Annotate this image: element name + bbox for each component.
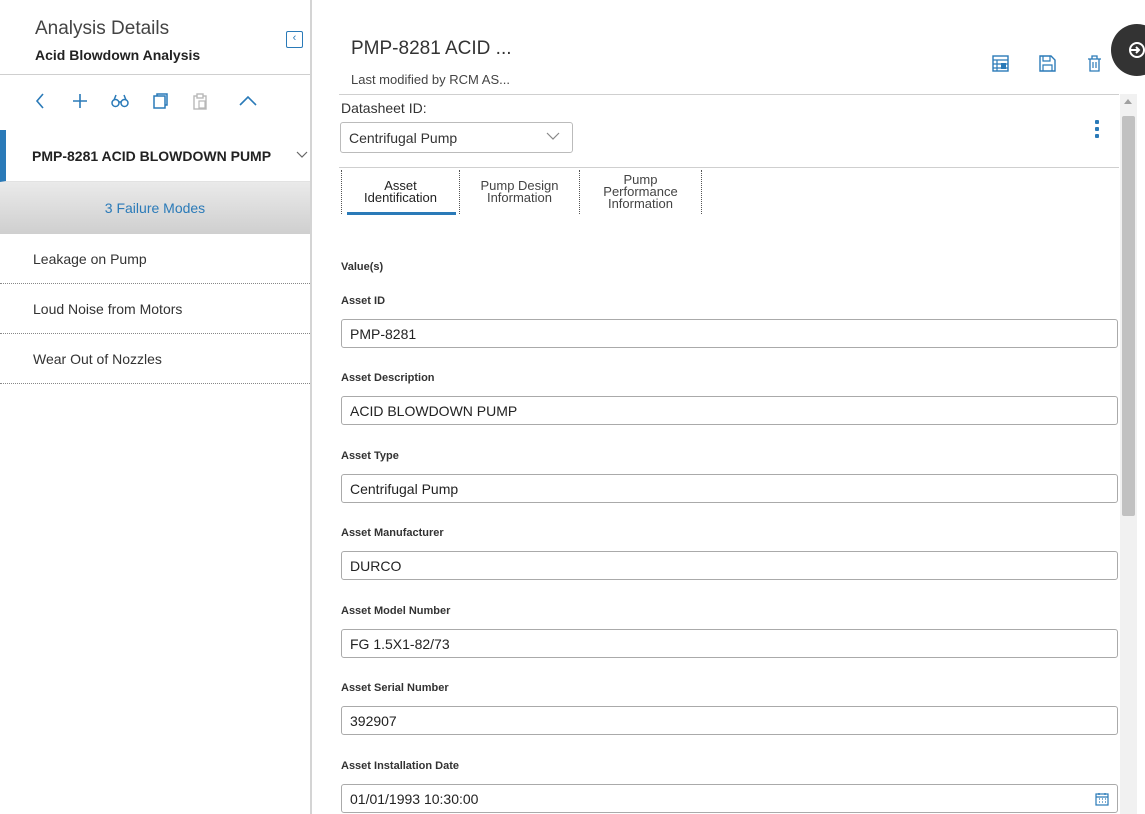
field-label: Asset Serial Number — [341, 682, 449, 694]
chevron-down-icon — [546, 132, 560, 140]
plus-icon[interactable] — [60, 86, 100, 116]
failure-mode-item[interactable]: Wear Out of Nozzles — [0, 334, 310, 384]
datasheet-select[interactable]: Centrifugal Pump — [340, 122, 573, 153]
asset-type-field[interactable]: Centrifugal Pump — [341, 474, 1118, 503]
tab-label-line: Information — [607, 196, 674, 211]
failure-mode-list: Leakage on Pump Loud Noise from Motors W… — [0, 234, 310, 384]
asset-model-number-field[interactable]: FG 1.5X1-82/73 — [341, 629, 1118, 658]
asset-serial-number-field[interactable]: 392907 — [341, 706, 1118, 735]
chevron-up-icon[interactable] — [228, 86, 268, 116]
panel-toolbar — [0, 76, 310, 126]
panel-title: Analysis Details — [35, 18, 170, 39]
panel-header: Analysis Details Acid Blowdown Analysis … — [0, 0, 310, 75]
tab-asset-identification[interactable]: Asset Identification — [341, 170, 460, 215]
datasheet-id-label: Datasheet ID: — [341, 100, 427, 116]
save-icon[interactable] — [1036, 52, 1058, 74]
datasheet-icon[interactable] — [989, 52, 1011, 74]
scroll-thumb[interactable] — [1122, 116, 1135, 516]
asset-installation-date-field[interactable]: 01/01/1993 10:30:00 — [341, 784, 1118, 813]
vertical-scrollbar[interactable] — [1120, 94, 1137, 814]
tab-pump-performance-information[interactable]: Pump Performance Information — [580, 170, 702, 214]
asset-manufacturer-field[interactable]: DURCO — [341, 551, 1118, 580]
datasheet-selected-value: Centrifugal Pump — [349, 129, 458, 146]
failure-modes-count: 3 Failure Modes — [104, 200, 206, 216]
paste-icon[interactable] — [180, 86, 220, 116]
tab-label-line: Information — [486, 190, 553, 205]
sign-in-icon[interactable] — [1111, 24, 1145, 76]
field-label: Asset Model Number — [341, 605, 451, 617]
installation-date-value: 01/01/1993 10:30:00 — [350, 790, 479, 807]
failure-mode-item[interactable]: Leakage on Pump — [0, 234, 310, 284]
page-title: PMP-8281 ACID ... — [351, 38, 512, 59]
asset-description-field[interactable]: ACID BLOWDOWN PUMP — [341, 396, 1118, 425]
asset-id-field[interactable]: PMP-8281 — [341, 319, 1118, 348]
last-modified-text: Last modified by RCM AS... — [351, 72, 510, 87]
field-label: Asset Manufacturer — [341, 527, 444, 539]
header-actions — [989, 52, 1105, 74]
failure-modes-header[interactable]: 3 Failure Modes — [0, 182, 310, 234]
tabs-divider — [339, 167, 1119, 168]
header-divider — [339, 94, 1119, 95]
delete-icon[interactable] — [1083, 52, 1105, 74]
asset-name: PMP-8281 ACID BLOWDOWN PUMP — [32, 147, 272, 164]
field-label: Asset ID — [341, 295, 386, 307]
analysis-details-panel: Analysis Details Acid Blowdown Analysis … — [0, 0, 312, 814]
analysis-name: Acid Blowdown Analysis — [35, 47, 201, 63]
failure-mode-item[interactable]: Loud Noise from Motors — [0, 284, 310, 334]
tab-label-line: Identification — [364, 190, 437, 205]
datasheet-form: Value(s) Asset ID PMP-8281 Asset Descrip… — [339, 240, 1124, 814]
asset-detail-panel: PMP-8281 ACID ... Last modified by RCM A… — [314, 0, 1145, 814]
collapse-panel-button[interactable]: ‹ — [286, 31, 303, 48]
scroll-up-arrow[interactable] — [1124, 99, 1132, 104]
chevron-down-icon[interactable] — [296, 151, 308, 159]
calendar-icon[interactable] — [1095, 792, 1109, 806]
tab-pump-design-information[interactable]: Pump Design Information — [460, 170, 580, 214]
more-options-icon[interactable] — [1090, 120, 1104, 144]
copy-icon[interactable] — [140, 86, 180, 116]
asset-node[interactable]: PMP-8281 ACID BLOWDOWN PUMP — [0, 130, 310, 182]
field-label: Asset Description — [341, 372, 435, 384]
field-label: Asset Installation Date — [341, 760, 459, 772]
binoculars-icon[interactable] — [100, 86, 140, 116]
values-header: Value(s) — [341, 261, 384, 273]
field-label: Asset Type — [341, 450, 399, 462]
chevron-left-icon[interactable] — [20, 86, 60, 116]
